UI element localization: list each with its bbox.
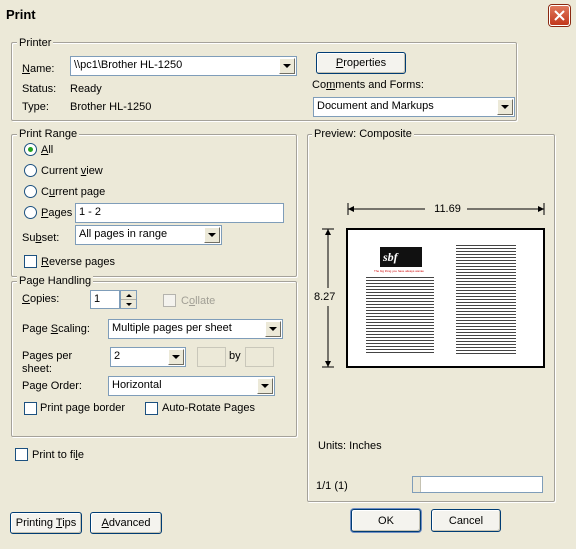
range-pages-label: Pages xyxy=(41,207,73,219)
printer-name-value: \\pc1\Brother HL-1250 xyxy=(74,59,183,71)
units-label: Units: Inches xyxy=(318,440,382,452)
copies-value: 1 xyxy=(94,293,101,305)
subset-label: Subset: xyxy=(22,232,60,244)
preview-text-right xyxy=(456,245,516,356)
collate-label: Collate xyxy=(181,295,216,307)
copies-input[interactable]: 1 xyxy=(90,290,120,309)
cancel-button[interactable]: Cancel xyxy=(431,509,501,532)
stepper-down-icon[interactable] xyxy=(121,299,136,308)
ok-button[interactable]: OK xyxy=(351,509,421,532)
range-pages-radio[interactable] xyxy=(24,206,37,219)
printer-legend: Printer xyxy=(17,37,54,49)
status-value: Ready xyxy=(70,83,102,95)
properties-label: Properties xyxy=(335,57,387,69)
subset-select[interactable]: All pages in range xyxy=(75,225,222,245)
cancel-label: Cancel xyxy=(448,514,484,527)
printer-name-label: Name: xyxy=(22,63,55,75)
reverse-pages-label: Reverse pages xyxy=(41,256,115,268)
print-page-border-checkbox[interactable] xyxy=(24,402,37,415)
chevron-down-icon xyxy=(265,321,281,337)
properties-button[interactable]: Properties xyxy=(316,52,406,74)
page-order-select[interactable]: Horizontal xyxy=(108,376,275,396)
preview-text-left xyxy=(366,277,434,355)
print-to-file-label: Print to file xyxy=(32,449,84,461)
type-label: Type: xyxy=(22,101,49,113)
range-current-page-radio[interactable] xyxy=(24,185,37,198)
collate-checkbox[interactable] xyxy=(163,294,176,307)
preview-page-slider[interactable] xyxy=(412,476,543,493)
close-button[interactable] xyxy=(549,5,570,26)
status-label: Status: xyxy=(22,83,57,95)
reverse-pages-checkbox[interactable] xyxy=(24,255,37,268)
pages-input[interactable]: 1 - 2 xyxy=(75,203,284,223)
pages-per-sheet-select[interactable]: 2 xyxy=(110,347,186,367)
comments-forms-select[interactable]: Document and Markups xyxy=(313,97,515,117)
comments-forms-label: Comments and Forms: xyxy=(312,79,424,91)
title-bar xyxy=(0,0,576,30)
printing-tips-button[interactable]: Printing Tips xyxy=(10,512,82,534)
stepper-up-icon[interactable] xyxy=(121,291,136,299)
pages-per-sheet-x-input[interactable] xyxy=(197,347,226,367)
print-range-legend: Print Range xyxy=(17,128,80,140)
page-order-value: Horizontal xyxy=(112,379,162,391)
ok-label: OK xyxy=(378,514,394,527)
page-scaling-label: Page Scaling: xyxy=(22,323,90,335)
slider-thumb[interactable] xyxy=(413,477,421,492)
auto-rotate-checkbox[interactable] xyxy=(145,402,158,415)
comments-forms-value: Document and Markups xyxy=(317,100,434,112)
range-current-view-radio[interactable] xyxy=(24,164,37,177)
range-current-page-label: Current page xyxy=(41,186,106,198)
copies-stepper[interactable] xyxy=(120,290,137,309)
page-scaling-value: Multiple pages per sheet xyxy=(112,322,232,334)
range-current-view-label: Current view xyxy=(41,165,103,177)
print-to-file-checkbox[interactable] xyxy=(15,448,28,461)
chevron-down-icon xyxy=(168,349,184,365)
chevron-down-icon xyxy=(257,378,273,394)
copies-label: Copies: xyxy=(22,293,60,305)
height-dimension-label: 8.27 xyxy=(314,291,336,303)
pages-input-value: 1 - 2 xyxy=(79,206,102,218)
preview-legend: Preview: Composite xyxy=(312,128,414,140)
advanced-button[interactable]: Advanced xyxy=(90,512,162,534)
pages-per-sheet-y-input[interactable] xyxy=(245,347,274,367)
printing-tips-label: Printing Tips xyxy=(15,517,77,529)
page-order-label: Page Order: xyxy=(22,380,82,392)
pages-per-sheet-label-2: sheet: xyxy=(22,363,52,375)
by-label: by xyxy=(229,350,241,362)
page-counter: 1/1 (1) xyxy=(316,480,348,492)
type-value: Brother HL-1250 xyxy=(70,101,152,113)
chevron-down-icon xyxy=(497,99,513,115)
chevron-down-icon xyxy=(204,227,220,243)
page-handling-legend: Page Handling xyxy=(17,275,94,287)
print-page-border-label: Print page border xyxy=(40,402,125,414)
close-icon xyxy=(554,10,565,21)
window-title: Print xyxy=(6,7,36,22)
auto-rotate-label: Auto-Rotate Pages xyxy=(162,402,255,414)
preview-logo: sbf xyxy=(380,247,422,267)
chevron-down-icon xyxy=(279,58,295,74)
range-all-label: All xyxy=(41,144,54,156)
printer-name-select[interactable]: \\pc1\Brother HL-1250 xyxy=(70,56,297,76)
preview-page: sbf The big thing you have always wanted xyxy=(346,228,545,368)
pages-per-sheet-value: 2 xyxy=(114,350,121,362)
page-scaling-select[interactable]: Multiple pages per sheet xyxy=(108,319,283,339)
pages-per-sheet-label-1: Pages per xyxy=(22,350,73,362)
advanced-label: Advanced xyxy=(101,517,151,529)
width-dimension-label: 11.69 xyxy=(434,203,461,215)
subset-value: All pages in range xyxy=(79,228,168,240)
range-all-radio[interactable] xyxy=(24,143,37,156)
preview-tagline: The big thing you have always wanted xyxy=(374,269,424,273)
